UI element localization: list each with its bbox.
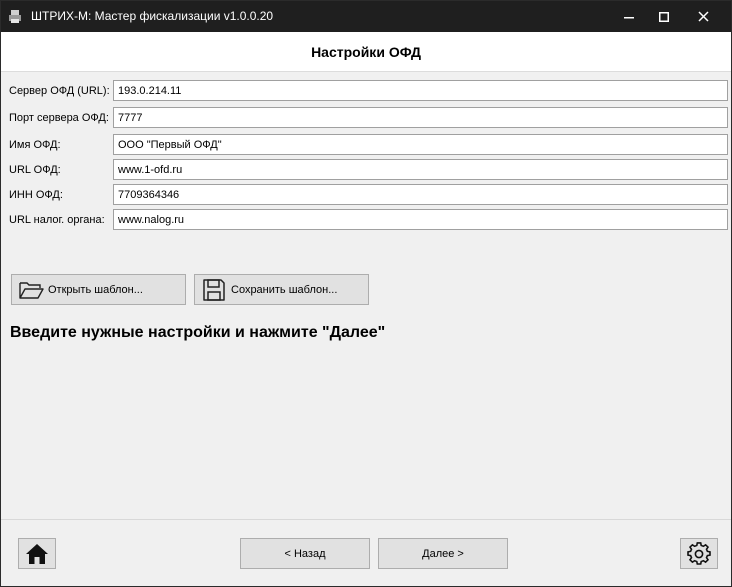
form-row-ofd-url: URL ОФД: [1, 159, 731, 181]
home-button[interactable] [18, 538, 56, 569]
title-bar: ШТРИХ-М: Мастер фискализации v1.0.0.20 [1, 1, 731, 32]
minimize-icon [624, 16, 634, 18]
app-printer-icon [9, 10, 21, 23]
ofd-inn-label: ИНН ОФД: [9, 189, 63, 201]
close-icon [697, 11, 709, 22]
form-row-tax-url: URL налог. органа: [1, 209, 731, 231]
server-url-label: Сервер ОФД (URL): [9, 85, 110, 97]
ofd-url-label: URL ОФД: [9, 164, 61, 176]
server-port-input[interactable] [113, 107, 728, 128]
server-port-label: Порт сервера ОФД: [9, 112, 109, 124]
server-url-input[interactable] [113, 80, 728, 101]
settings-button[interactable] [680, 538, 718, 569]
form-row-server-port: Порт сервера ОФД: [1, 107, 731, 129]
footer-divider [1, 519, 731, 520]
instruction-text: Введите нужные настройки и нажмите "Дале… [10, 324, 386, 341]
tax-url-label: URL налог. органа: [9, 214, 105, 226]
page-header: Настройки ОФД [1, 32, 731, 72]
ofd-url-input[interactable] [113, 159, 728, 180]
floppy-disk-icon [201, 277, 227, 303]
app-window: ШТРИХ-М: Мастер фискализации v1.0.0.20 Н… [0, 0, 732, 587]
back-button-label: < Назад [284, 547, 326, 560]
tax-url-input[interactable] [113, 209, 728, 230]
close-button[interactable] [681, 1, 725, 32]
next-button[interactable]: Далее > [378, 538, 508, 569]
home-icon [26, 543, 48, 564]
form-row-server-url: Сервер ОФД (URL): [1, 80, 731, 102]
maximize-icon [659, 11, 669, 22]
page-title: Настройки ОФД [311, 44, 421, 60]
ofd-name-label: Имя ОФД: [9, 139, 61, 151]
gear-icon [687, 541, 711, 565]
ofd-name-input[interactable] [113, 134, 728, 155]
form-row-ofd-inn: ИНН ОФД: [1, 184, 731, 206]
save-template-label: Сохранить шаблон... [231, 283, 338, 296]
save-template-button[interactable]: Сохранить шаблон... [194, 274, 369, 305]
open-template-button[interactable]: Открыть шаблон... [11, 274, 186, 305]
maximize-button[interactable] [642, 1, 686, 32]
ofd-inn-input[interactable] [113, 184, 728, 205]
folder-open-icon [18, 277, 44, 303]
next-button-label: Далее > [422, 547, 464, 560]
window-title: ШТРИХ-М: Мастер фискализации v1.0.0.20 [31, 9, 274, 23]
form-row-ofd-name: Имя ОФД: [1, 134, 731, 156]
open-template-label: Открыть шаблон... [48, 283, 143, 296]
back-button[interactable]: < Назад [240, 538, 370, 569]
